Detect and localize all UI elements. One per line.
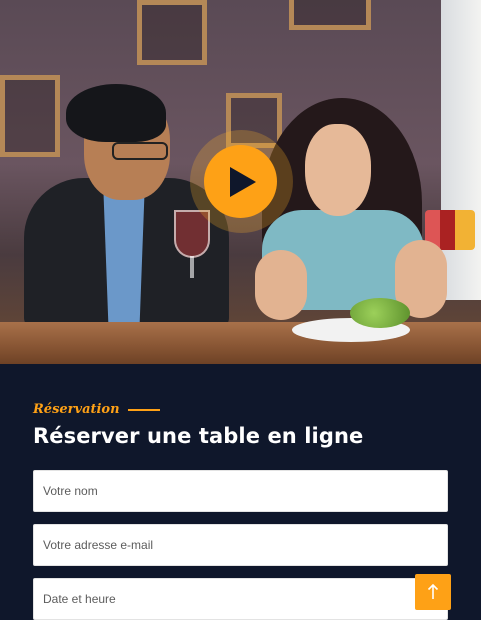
wall-shelf	[289, 0, 371, 30]
name-field[interactable]	[33, 470, 448, 512]
play-video-button[interactable]	[204, 145, 277, 218]
man-hair	[66, 84, 166, 142]
wall-shelf	[0, 75, 60, 157]
subtitle-text: Réservation	[33, 402, 120, 417]
section-subtitle: Réservation	[33, 402, 160, 417]
salad	[350, 298, 410, 328]
wine-glass-stem	[190, 256, 194, 278]
arrow-up-icon	[427, 584, 439, 599]
email-field[interactable]	[33, 524, 448, 566]
back-to-top-button[interactable]	[415, 574, 451, 610]
hero-video-section	[0, 0, 481, 364]
reservation-section: Réservation Réserver une table en ligne	[0, 364, 481, 620]
glasses	[112, 142, 168, 160]
play-icon	[230, 166, 256, 197]
window	[441, 0, 481, 300]
subtitle-line	[127, 408, 160, 411]
section-title: Réserver une table en ligne	[33, 424, 364, 448]
woman-face	[305, 124, 371, 216]
wall-shelf	[137, 0, 207, 65]
woman-arm	[255, 250, 307, 320]
datetime-field[interactable]	[33, 578, 448, 620]
